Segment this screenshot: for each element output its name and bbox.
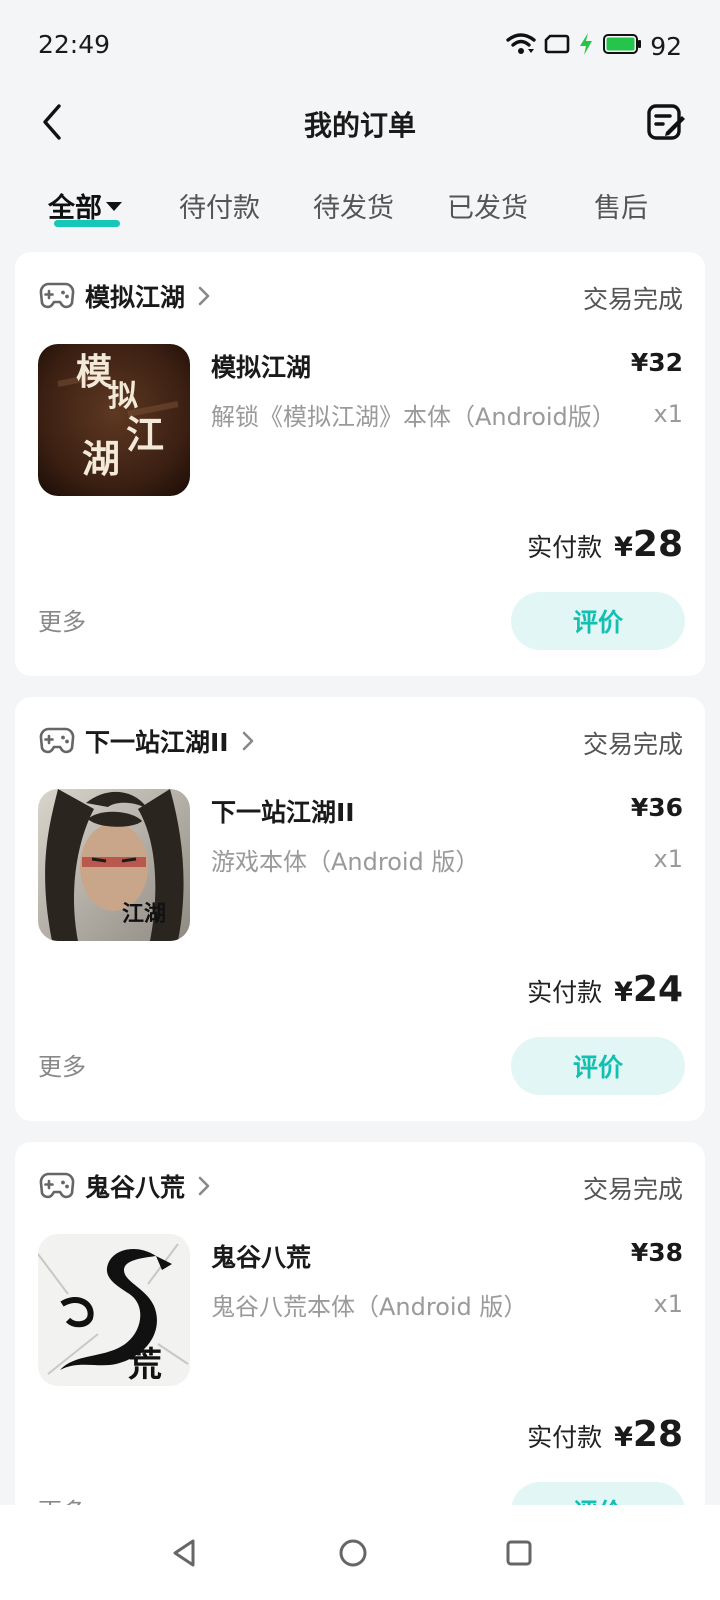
product-name: 鬼谷八荒 (211, 1243, 312, 1272)
battery-level: 92 (650, 31, 682, 61)
svg-text:湖: 湖 (82, 436, 120, 481)
screen-icon (544, 33, 570, 59)
status-time: 22:49 (38, 30, 111, 59)
paid-total: 实付款 ¥ 24 (527, 969, 683, 1010)
gamepad-icon (39, 282, 75, 309)
svg-text:拟: 拟 (108, 379, 138, 414)
chevron-right-icon (197, 285, 211, 307)
paid-label: 实付款 (527, 1423, 603, 1452)
order-card: 鬼谷八荒 交易完成 荒 鬼谷八荒 ¥38 鬼谷八荒本体（Android 版） x… (15, 1142, 705, 1566)
tab-after-sales[interactable]: 售后 (594, 186, 648, 225)
product-name: 模拟江湖 (211, 353, 312, 382)
paid-total: 实付款 ¥ 28 (527, 524, 683, 565)
header: 我的订单 (0, 90, 720, 154)
store-link[interactable]: 鬼谷八荒 (39, 1168, 211, 1204)
order-status: 交易完成 (582, 285, 683, 314)
product-price: ¥36 (630, 793, 683, 822)
order-card: 模拟江湖 交易完成 模 拟 江 湖 模拟江湖 ¥32 解锁《模拟江湖》本体（An… (15, 252, 705, 676)
product-quantity: x1 (653, 400, 683, 428)
nav-recents-button[interactable] (499, 1533, 539, 1573)
icon-glyph: 模 (76, 351, 112, 393)
tab-pending-payment[interactable]: 待付款 (179, 186, 260, 225)
status-icons: 92 (506, 28, 682, 64)
tab-shipped[interactable]: 已发货 (447, 186, 528, 225)
product-price: ¥38 (630, 1238, 683, 1267)
paid-currency: ¥ (614, 977, 633, 1008)
svg-text:江: 江 (126, 412, 164, 457)
nav-recents-icon (506, 1540, 532, 1566)
order-status: 交易完成 (582, 730, 683, 759)
store-link[interactable]: 模拟江湖 (39, 278, 211, 314)
product-description: 解锁《模拟江湖》本体（Android版） (211, 403, 616, 431)
orders-page: 22:49 92 我的订单 全部 待付款 待发货 已发货 售后 模拟江湖 交易完… (0, 0, 720, 1600)
active-tab-indicator (54, 220, 120, 227)
icon-glyph: 荒 (128, 1345, 162, 1385)
edit-order-icon (647, 104, 685, 140)
edit-order-button[interactable] (642, 98, 690, 146)
product-description: 鬼谷八荒本体（Android 版） (211, 1293, 528, 1321)
nav-home-icon (339, 1539, 367, 1567)
paid-currency: ¥ (614, 1422, 633, 1453)
review-button[interactable]: 评价 (511, 592, 685, 650)
product-name: 下一站江湖II (211, 798, 355, 827)
paid-currency: ¥ (614, 532, 633, 563)
gamepad-icon (39, 1172, 75, 1199)
order-card: 下一站江湖II 交易完成 江湖 下一站江湖II ¥36 游戏本体（Android… (15, 697, 705, 1121)
gamepad-icon (39, 727, 75, 754)
paid-amount: 28 (632, 1414, 683, 1455)
nav-back-icon (173, 1539, 195, 1567)
nav-home-button[interactable] (333, 1533, 373, 1573)
more-button[interactable]: 更多 (38, 602, 86, 637)
charging-icon (578, 32, 594, 60)
store-name: 模拟江湖 (85, 283, 186, 312)
product-price: ¥32 (630, 348, 683, 377)
store-link[interactable]: 下一站江湖II (39, 723, 255, 759)
store-name: 下一站江湖II (85, 728, 229, 757)
review-button[interactable]: 评价 (511, 1037, 685, 1095)
order-tabs: 全部 待付款 待发货 已发货 售后 (0, 180, 720, 240)
paid-total: 实付款 ¥ 28 (527, 1414, 683, 1455)
system-nav-bar (0, 1505, 720, 1600)
paid-label: 实付款 (527, 533, 603, 562)
more-button[interactable]: 更多 (38, 1047, 86, 1082)
order-status: 交易完成 (582, 1175, 683, 1204)
tab-pending-shipment[interactable]: 待发货 (313, 186, 394, 225)
paid-amount: 24 (632, 969, 683, 1010)
store-name: 鬼谷八荒 (85, 1173, 186, 1202)
paid-amount: 28 (632, 524, 683, 565)
product-image[interactable]: 江湖 (38, 789, 190, 941)
page-title: 我的订单 (303, 109, 416, 142)
paid-label: 实付款 (527, 978, 603, 1007)
icon-glyph: 江湖 (122, 901, 166, 927)
status-bar: 22:49 92 (0, 0, 720, 90)
nav-back-button[interactable] (164, 1533, 204, 1573)
product-quantity: x1 (653, 1290, 683, 1318)
chevron-right-icon (197, 1175, 211, 1197)
product-description: 游戏本体（Android 版） (211, 848, 480, 876)
caret-down-icon (106, 202, 122, 211)
battery-icon (602, 33, 642, 59)
wifi-icon (506, 32, 536, 60)
product-quantity: x1 (653, 845, 683, 873)
product-image[interactable]: 模 拟 江 湖 (38, 344, 190, 496)
chevron-right-icon (241, 730, 255, 752)
product-image[interactable]: 荒 (38, 1234, 190, 1386)
